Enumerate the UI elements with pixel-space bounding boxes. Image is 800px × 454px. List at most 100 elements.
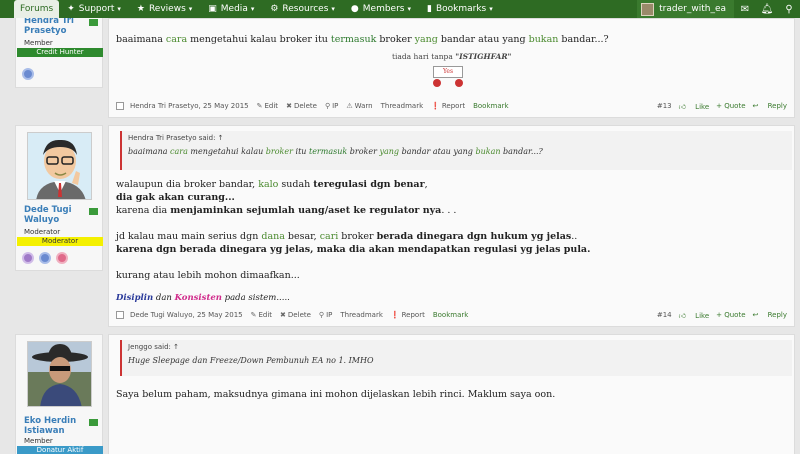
user-card: Hendra Tri Prasetyo Member Credit Hunter (15, 16, 103, 88)
chevron-down-icon: ▾ (117, 5, 121, 13)
author-role: Member (24, 437, 53, 445)
members-icon: ● (350, 4, 359, 14)
reply-button[interactable]: ↩ Reply (753, 311, 787, 319)
select-checkbox[interactable] (116, 102, 124, 110)
trophy-icon[interactable] (22, 252, 34, 264)
username: trader_with_ea (659, 4, 726, 14)
nav-resources[interactable]: ⚙ Resources ▾ (262, 0, 343, 18)
author-name[interactable]: Hendra Tri Prasetyo (24, 16, 94, 36)
threadmark-link[interactable]: Threadmark (340, 311, 383, 319)
nav-members-label: Members (362, 4, 405, 14)
nav-support[interactable]: ✦ Support ▾ (59, 0, 129, 18)
nav-bookmarks[interactable]: ▮ Bookmarks ▾ (419, 0, 501, 18)
trophy-icon[interactable] (22, 68, 34, 80)
star-icon: ★ (136, 4, 145, 14)
ip-link[interactable]: ⚲ IP (319, 311, 332, 319)
author-role: Moderator (24, 228, 61, 236)
message-line: walaupun dia broker bandar, kalo sudah t… (116, 179, 428, 190)
delete-link[interactable]: ✖ Delete (286, 102, 317, 110)
user-avatar (641, 2, 655, 16)
user-card: Eko Herdin Istiawan Member Donatur Aktif (15, 334, 103, 454)
threadmark-link[interactable]: Threadmark (381, 102, 424, 110)
post-author-date[interactable]: Dede Tugi Waluyo, 25 May 2015 (130, 311, 243, 319)
figure-left (433, 79, 441, 87)
nav-support-label: Support (78, 4, 115, 14)
post-message: baaimana cara mengetahui kalau broker it… (116, 34, 609, 45)
bookmark-icon: ▮ (427, 4, 432, 14)
nav-forums-label: Forums (20, 4, 54, 14)
reply-button[interactable]: ↩ Reply (753, 102, 787, 110)
avatar-cartoon-icon (28, 133, 91, 199)
warning-icon: ⚠ (346, 102, 353, 110)
nav-forums[interactable]: Forums (14, 0, 60, 18)
user-menu[interactable]: trader_with_ea (637, 0, 734, 18)
yes-sign: Yes (433, 66, 463, 78)
post-controls: #13 👍︎ Like + Quote ↩ Reply (650, 102, 787, 111)
user-banner: Donatur Aktif (17, 446, 103, 454)
quote-block: Hendra Tri Prasetyo said: ↑ baaimana car… (120, 131, 792, 170)
like-button[interactable]: 👍︎ Like (679, 102, 710, 111)
ip-link[interactable]: ⚲ IP (325, 102, 338, 110)
chevron-down-icon: ▾ (407, 5, 411, 13)
bookmark-link[interactable]: Bookmark (433, 311, 468, 319)
quote-button[interactable]: + Quote (716, 102, 745, 110)
nav-user-area: trader_with_ea ✉ 🔔︎ ⚲ (637, 0, 800, 18)
chevron-down-icon: ▾ (250, 5, 255, 13)
quote-attribution[interactable]: Hendra Tri Prasetyo said: ↑ (122, 131, 792, 143)
signature-image: Yes (433, 66, 463, 88)
quote-button[interactable]: + Quote (716, 311, 745, 319)
select-checkbox[interactable] (116, 311, 124, 319)
bell-icon[interactable]: 🔔︎ (756, 4, 778, 15)
edit-link[interactable]: ✎ Edit (251, 311, 272, 319)
trophy-badges (22, 65, 39, 84)
user-card: Dede Tugi Waluyo Moderator Moderator (15, 125, 103, 271)
trophy-icon[interactable] (56, 252, 68, 264)
author-name[interactable]: Dede Tugi Waluyo (24, 205, 94, 225)
report-link[interactable]: ❗ Report (431, 102, 465, 110)
trophy-icon[interactable] (39, 252, 51, 264)
quote-text: Huge Sleepage dan Freeze/Down Pembunuh E… (128, 356, 374, 365)
sign-figures (433, 79, 463, 87)
delete-link[interactable]: ✖ Delete (280, 311, 311, 319)
post-controls: #14 👍︎ Like + Quote ↩ Reply (650, 311, 787, 320)
nav-members[interactable]: ● Members ▾ (343, 0, 419, 18)
search-icon[interactable]: ⚲ (778, 4, 800, 15)
avatar[interactable] (27, 341, 92, 407)
gear-icon: ⚙ (270, 4, 279, 14)
nav-resources-label: Resources (282, 4, 329, 14)
support-icon: ✦ (67, 4, 75, 14)
message-line: kurang atau lebih mohon dimaafkan... (116, 270, 300, 281)
signature: tiada hari tanpa "ISTIGHFAR" (392, 52, 512, 61)
nav-media-label: Media (220, 4, 248, 14)
message-line: karena dia menjaminkan sejumlah uang/ase… (116, 205, 457, 216)
edit-icon: ✎ (250, 311, 257, 319)
chevron-down-icon: ▾ (489, 5, 493, 13)
like-button[interactable]: 👍︎ Like (679, 311, 710, 320)
post-number[interactable]: #14 (657, 311, 672, 319)
inbox-icon[interactable]: ✉ (734, 4, 756, 15)
post-13: Hendra Tri Prasetyo Member Credit Hunter… (12, 16, 795, 118)
post-number[interactable]: #13 (657, 102, 672, 110)
delete-icon: ✖ (286, 102, 292, 110)
post-author-date[interactable]: Hendra Tri Prasetyo, 25 May 2015 (130, 102, 249, 110)
chevron-down-icon: ▾ (188, 5, 193, 13)
quote-text: baaimana cara mengetahui kalau broker it… (128, 147, 543, 156)
avatar[interactable] (27, 132, 92, 200)
message-line: karena dgn berada dinegara yg jelas, mak… (116, 244, 591, 255)
author-role: Member (24, 39, 53, 47)
author-name[interactable]: Eko Herdin Istiawan (24, 416, 94, 436)
message-line: dia gak akan curang... (116, 192, 235, 203)
post-footer: Dede Tugi Waluyo, 25 May 2015 ✎ Edit ✖ Del… (116, 309, 787, 321)
nav-media[interactable]: ▣ Media ▾ (200, 0, 262, 18)
top-navbar: Forums ✦ Support ▾ ★ Reviews ▾ ▣ Media ▾ ⚙ Reso… (0, 0, 800, 18)
user-banner: Credit Hunter (17, 48, 103, 57)
avatar-photo-icon (28, 342, 91, 406)
bookmark-link[interactable]: Bookmark (473, 102, 508, 110)
warn-link[interactable]: ⚠ Warn (346, 102, 372, 110)
nav-reviews[interactable]: ★ Reviews ▾ (129, 0, 200, 18)
post-14: Dede Tugi Waluyo Moderator Moderator Hen… (12, 125, 795, 327)
signature: Disiplin dan Konsisten pada sistem..... (116, 293, 290, 303)
report-link[interactable]: ❗ Report (391, 311, 425, 319)
edit-link[interactable]: ✎ Edit (257, 102, 278, 110)
quote-attribution[interactable]: Jenggo said: ↑ (122, 340, 792, 352)
